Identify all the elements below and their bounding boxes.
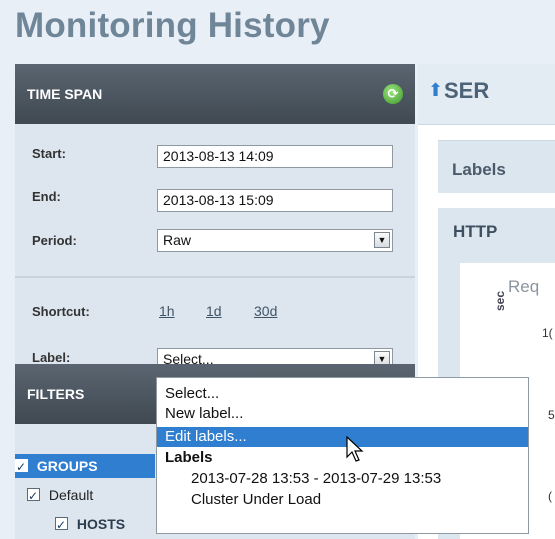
checkbox-icon[interactable] [27, 484, 40, 508]
end-label: End: [32, 189, 61, 204]
chevron-down-icon[interactable]: ▼ [374, 232, 390, 248]
tick-bottom: ( [548, 489, 552, 503]
filters-title: FILTERS [27, 386, 85, 402]
end-field-value: 2013-08-13 15:09 [163, 192, 274, 208]
shortcut-1h[interactable]: 1h [159, 303, 175, 319]
filter-groups[interactable]: GROUPS [15, 454, 155, 479]
http-title: HTTP [453, 222, 498, 241]
dropdown-item-edit-labels[interactable]: Edit labels... [157, 427, 528, 447]
start-field[interactable]: 2013-08-13 14:09 [157, 145, 393, 168]
shortcut-30d[interactable]: 30d [254, 303, 277, 319]
dropdown-item-label-1[interactable]: 2013-07-28 13:53 - 2013-07-29 13:53 [191, 469, 441, 489]
labels-panel-title: Labels [452, 160, 506, 179]
filter-default[interactable]: Default [27, 483, 167, 508]
tick-mid: 5 [548, 408, 555, 422]
dropdown-item-new-label[interactable]: New label... [165, 404, 243, 424]
period-select-value: Raw [163, 232, 192, 248]
hosts-label: HOSTS [76, 516, 126, 532]
divider [15, 276, 415, 278]
shortcut-label: Shortcut: [32, 304, 90, 319]
period-select[interactable]: Raw ▼ [157, 229, 393, 252]
main-header-title: SER [444, 78, 490, 103]
time-span-title: TIME SPAN [27, 86, 103, 102]
page-title: Monitoring History [15, 6, 330, 45]
time-span-header: TIME SPAN ⟳ [15, 64, 415, 124]
label-dropdown-menu[interactable]: Select... New label... Edit labels... La… [156, 377, 529, 534]
end-field[interactable]: 2013-08-13 15:09 [157, 189, 393, 212]
period-label: Period: [32, 233, 77, 248]
up-arrow-icon: ⬆ [428, 80, 444, 100]
tick-top: 1( [542, 326, 553, 340]
start-field-value: 2013-08-13 14:09 [163, 148, 274, 164]
dropdown-group-labels: Labels [165, 449, 213, 466]
labels-panel: Labels [438, 140, 555, 193]
axis-unit: sec [493, 290, 507, 311]
dropdown-item-select[interactable]: Select... [165, 384, 219, 404]
default-label: Default [48, 487, 94, 503]
groups-label: GROUPS [36, 458, 98, 474]
mouse-cursor-icon [346, 436, 364, 462]
checkbox-icon[interactable] [15, 455, 28, 479]
label-label: Label: [32, 350, 71, 365]
refresh-icon[interactable]: ⟳ [383, 84, 403, 104]
checkbox-icon[interactable] [55, 513, 68, 537]
chart-title: Req [508, 277, 540, 296]
shortcut-1d[interactable]: 1d [206, 303, 222, 319]
start-label: Start: [32, 146, 66, 161]
dropdown-item-label-2[interactable]: Cluster Under Load [191, 490, 321, 510]
